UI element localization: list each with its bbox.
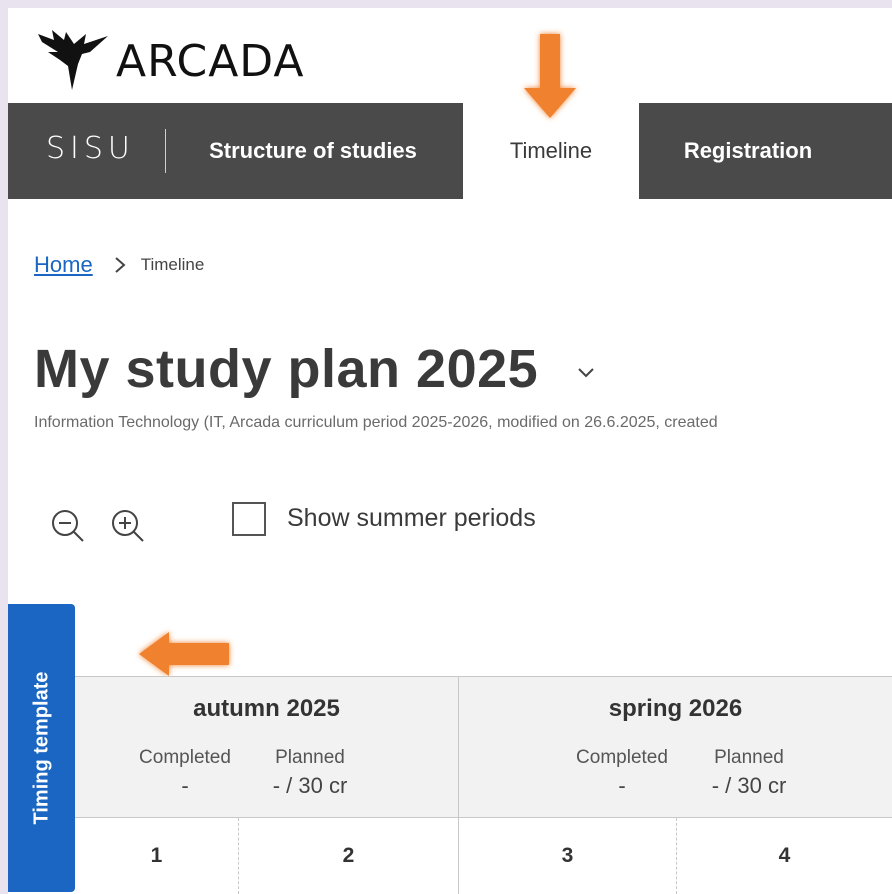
- chevron-right-icon: [115, 257, 126, 273]
- period-1: 1: [75, 818, 239, 894]
- planned-stat: Planned - / 30 cr: [272, 747, 348, 798]
- completed-stat: Completed -: [139, 747, 231, 798]
- arcada-bird-icon: [38, 30, 108, 90]
- breadcrumb-current: Timeline: [140, 255, 205, 274]
- term-spring-2026: spring 2026 Completed - Planned - / 30 c…: [459, 676, 892, 818]
- term-autumn-2025: autumn 2025 Completed - Planned - / 30 c…: [75, 676, 459, 818]
- page: ARCADA SISU Structure of studies Timelin…: [8, 8, 892, 894]
- nav-divider: [165, 129, 166, 173]
- period-3: 3: [459, 818, 677, 894]
- period-4: 4: [677, 818, 892, 894]
- arcada-logo[interactable]: ARCADA: [38, 26, 305, 96]
- term-title: spring 2026: [608, 695, 743, 722]
- plan-subtitle: Information Technology (IT, Arcada curri…: [34, 414, 718, 431]
- timing-template-tab[interactable]: Timing template: [8, 604, 75, 892]
- plan-title-row: My study plan 2025: [34, 338, 596, 400]
- timing-template-label: Timing template: [30, 671, 52, 825]
- zoom-out-icon[interactable]: [50, 508, 86, 544]
- sisu-app-name[interactable]: SISU: [46, 131, 135, 166]
- term-title: autumn 2025: [193, 695, 340, 722]
- completed-stat: Completed -: [576, 747, 668, 798]
- nav-registration[interactable]: Registration: [663, 103, 833, 199]
- annotation-arrow-down-icon: [524, 34, 576, 118]
- breadcrumb: Home Timeline: [34, 252, 204, 278]
- chevron-down-icon[interactable]: [576, 366, 596, 380]
- breadcrumb-home-link[interactable]: Home: [34, 252, 93, 278]
- nav-structure-of-studies[interactable]: Structure of studies: [193, 103, 433, 199]
- period-2: 2: [239, 818, 459, 894]
- show-summer-checkbox[interactable]: [232, 502, 266, 536]
- show-summer-label: Show summer periods: [287, 504, 536, 532]
- main-nav: SISU Structure of studies Timeline Regis…: [8, 103, 892, 199]
- logo-text: ARCADA: [116, 35, 305, 87]
- annotation-arrow-left-icon: [139, 632, 229, 676]
- planned-stat: Planned - / 30 cr: [711, 747, 787, 798]
- timeline-grid: autumn 2025 Completed - Planned - / 30 c…: [75, 676, 892, 894]
- zoom-in-icon[interactable]: [110, 508, 146, 544]
- page-title: My study plan 2025: [34, 339, 539, 399]
